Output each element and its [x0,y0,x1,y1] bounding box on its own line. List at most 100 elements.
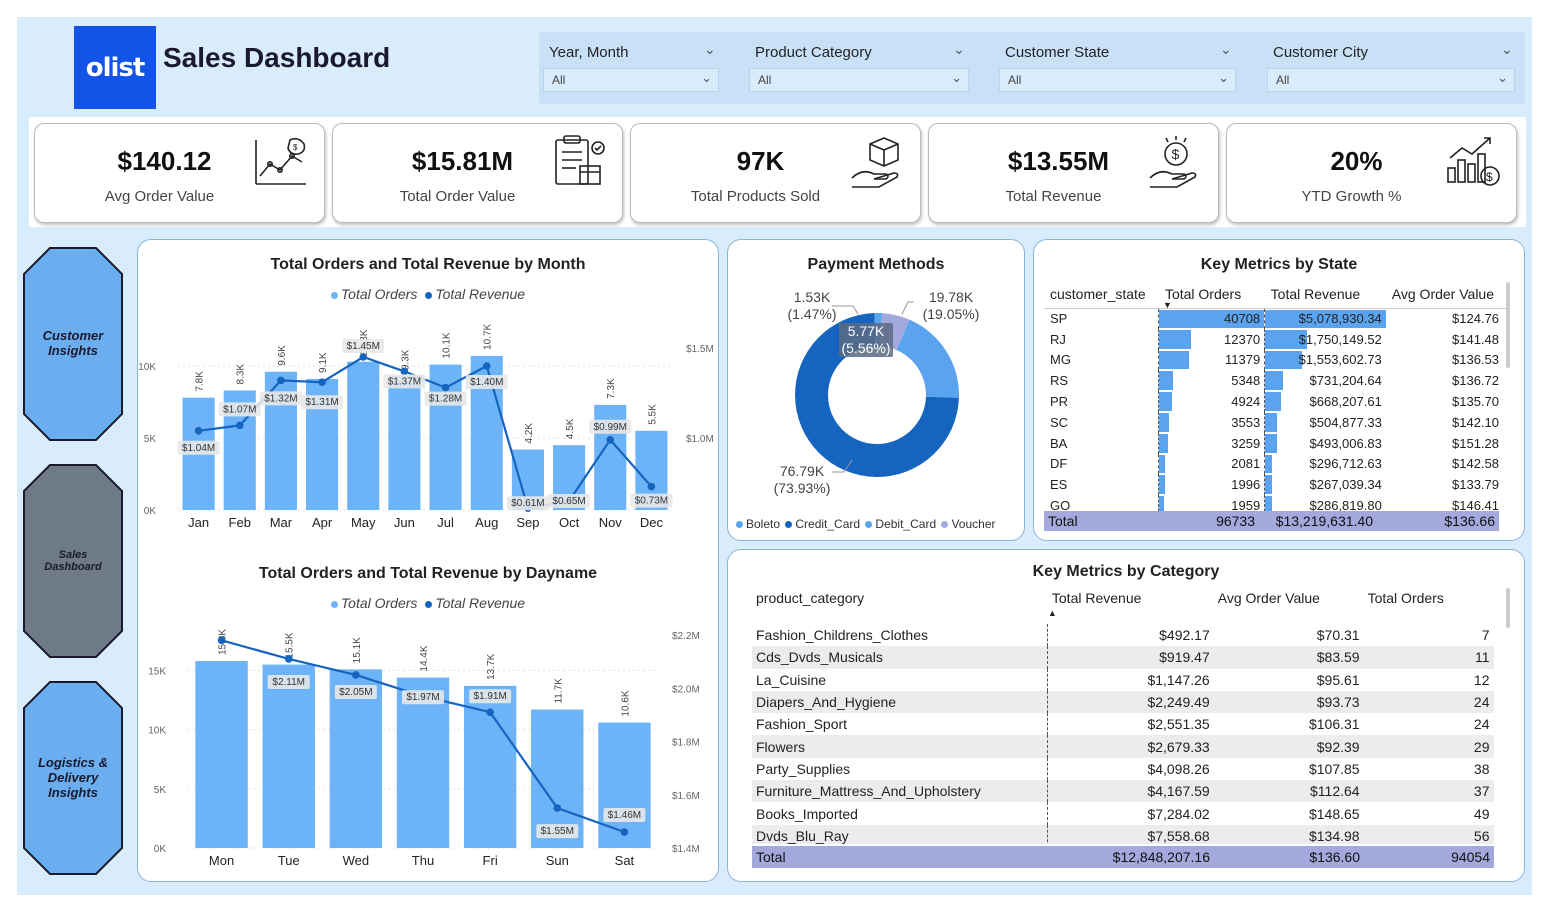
filter-customer-state[interactable]: Customer State ⌄ All ⌄ [995,38,1240,96]
col-total-revenue[interactable]: Total Revenue ▲ [1048,588,1214,624]
filter-bar: Year, Month ⌄ All ⌄ Product Category ⌄ A… [539,32,1525,104]
table-row[interactable]: DF 2081 $296,712.63 $142.58 [1044,453,1509,475]
table-header-row: customer_state Total Orders ▼ Total Reven… [1044,280,1509,310]
col-total-orders[interactable]: Total Orders ▼ [1159,280,1265,310]
table-row[interactable]: PR 4924 $668,207.61 $135.70 [1044,391,1509,412]
table-row[interactable]: MG 11379 $1,553,602.73 $136.53 [1044,349,1509,371]
total-revenue: $4,098.26 [1047,757,1214,781]
table-row[interactable]: BA 3259 $493,006.83 $151.28 [1044,432,1509,454]
col-customer-state[interactable]: customer_state [1044,280,1159,308]
filter-value: All [758,73,772,87]
revenue-databar: $296,712.63 [1264,453,1386,475]
revenue-point [217,636,226,645]
hand-dollar-icon: $ [1149,136,1197,188]
table-row[interactable]: Fashion_Sport $2,551.35 $106.31 24 [752,713,1494,736]
nav-logistics-delivery[interactable]: Logistics & Delivery Insights [22,680,124,876]
filter-customer-city[interactable]: Customer City ⌄ All ⌄ [1263,38,1518,96]
revenue-data-label: $1.32M [264,393,297,404]
databar-fill [1159,412,1169,432]
databar-fill [1265,392,1282,411]
chevron-down-icon[interactable]: ⌄ [704,42,716,58]
state-table-scrollbar[interactable] [1506,282,1510,368]
combo-charts-card: Total Orders and Total Revenue by Month … [137,239,719,882]
filter-product-category[interactable]: Product Category ⌄ All ⌄ [745,38,975,96]
revenue-data-label: $1.97M [406,692,439,703]
filter-value: All [1008,73,1022,87]
table-row[interactable]: La_Cuisine $1,147.26 $95.61 12 [752,668,1494,691]
orders-databar: 40708 [1158,308,1265,329]
total-revenue: $13,219,631.40 [1259,511,1377,531]
revenue-data-label: $0.65M [552,496,585,507]
table-row[interactable]: Furniture_Mattress_And_Upholstery $4,167.… [752,780,1494,803]
table-row[interactable]: Cds_Dvds_Musicals $919.47 $83.59 11 [752,646,1494,669]
table-row[interactable]: SC 3553 $504,877.33 $142.10 [1044,411,1509,433]
col-avg-order-value[interactable]: Avg Order Value [1214,588,1364,624]
total-orders: 56 [1473,827,1490,844]
filter-dropdown[interactable]: All ⌄ [999,68,1236,92]
category-table[interactable]: product_category Total Revenue ▲ Avg Orde… [752,588,1494,844]
databar-fill [1265,454,1273,474]
table-row[interactable]: Dvds_Blu_Ray $7,558.68 $134.98 56 [752,824,1494,844]
table-row[interactable]: Books_Imported $7,284.02 $148.65 49 [752,802,1494,825]
avg-order-value: $92.39 [1316,738,1360,755]
chevron-down-icon[interactable]: ⌄ [1220,42,1232,58]
table-row[interactable]: SP 40708 $5,078,930.34 $124.76 [1044,308,1509,329]
orders-data-label: 15.5K [285,632,296,658]
revenue-point [400,367,409,376]
databar-fill [1265,350,1303,370]
revenue-point [194,427,203,435]
nav-sales-dashboard[interactable]: Sales Dashboard [22,463,124,659]
filter-value: All [552,73,566,87]
hand-box-icon [851,137,899,188]
payment-donut-chart: 19.78K(19.05%) 1.53K(1.47%) 5.77K(5.56%) 76… [774,289,980,496]
state-table[interactable]: customer_state Total Orders ▼ Total Reven… [1044,280,1509,532]
total-revenue: $1,147.26 [1047,668,1214,691]
table-row[interactable]: Flowers $2,679.33 $92.39 29 [752,735,1494,758]
chevron-down-icon[interactable]: ⌄ [953,42,965,58]
table-row[interactable]: Party_Supplies $4,098.26 $107.85 38 [752,757,1494,781]
category-table-grid: product_category Total Revenue ▲ Avg Orde… [752,588,1494,844]
orders-data-label: 9.6K [277,345,288,366]
table-row[interactable]: Fashion_Childrens_Clothes $492.17 $70.31 7 [752,624,1494,647]
total-revenue: $2,551.35 [1047,713,1214,736]
col-avg-order-value[interactable]: Avg Order Value [1386,280,1509,308]
col-total-revenue[interactable]: Total Revenue [1265,280,1386,308]
category-table-scrollbar[interactable] [1506,588,1510,628]
cell-value: 3553 [1231,414,1261,430]
total-revenue: $492.17 [1047,624,1214,647]
table-row[interactable]: ES 1996 $267,039.34 $133.79 [1044,474,1509,496]
table-header-row: product_category Total Revenue ▲ Avg Orde… [752,588,1494,624]
total-avg-order: $136.60 [1214,846,1364,868]
filter-year-month[interactable]: Year, Month ⌄ All ⌄ [539,38,724,96]
state-total-row: Total 96733 $13,219,631.40 $136.66 [1044,511,1499,531]
col-total-orders[interactable]: Total Orders [1364,588,1494,624]
total-orders: 96733 [1156,511,1259,531]
table-row[interactable]: RS 5348 $731,204.64 $136.72 [1044,370,1509,392]
total-orders: 24 [1473,716,1490,733]
cell-value: $493,006.83 [1309,435,1382,451]
total-label: Total [752,846,1048,868]
revenue-point [284,655,293,663]
chevron-down-icon[interactable]: ⌄ [1501,42,1513,58]
databar-fill [1159,475,1165,495]
x-tick-label: Jan [188,515,209,530]
filter-dropdown[interactable]: All ⌄ [1267,68,1515,92]
table-row[interactable]: Diapers_And_Hygiene $2,249.49 $93.73 24 [752,690,1494,714]
filter-dropdown[interactable]: All ⌄ [749,68,969,92]
avg-order-value: $141.48 [1452,331,1499,347]
revenue-point [482,362,491,370]
kpi-ytd-growth: 20% YTD Growth % $ [1226,123,1517,223]
x-tick-label: Aug [475,515,498,530]
revenue-point [486,708,494,717]
table-row[interactable]: RJ 12370 $1,750,149.52 $141.48 [1044,328,1509,350]
x-tick-label: Nov [599,515,623,530]
avg-order-value: $112.64 [1310,783,1360,800]
total-revenue: $2,679.33 [1047,735,1214,758]
nav-label: Sales Dashboard [44,549,102,573]
total-orders: 24 [1473,694,1490,711]
x-tick-label: Jul [437,515,454,530]
col-product-category[interactable]: product_category [752,588,1048,624]
x-tick-label: Dec [640,515,664,530]
nav-customer-insights[interactable]: Customer Insights [22,246,124,442]
filter-dropdown[interactable]: All ⌄ [543,68,719,92]
